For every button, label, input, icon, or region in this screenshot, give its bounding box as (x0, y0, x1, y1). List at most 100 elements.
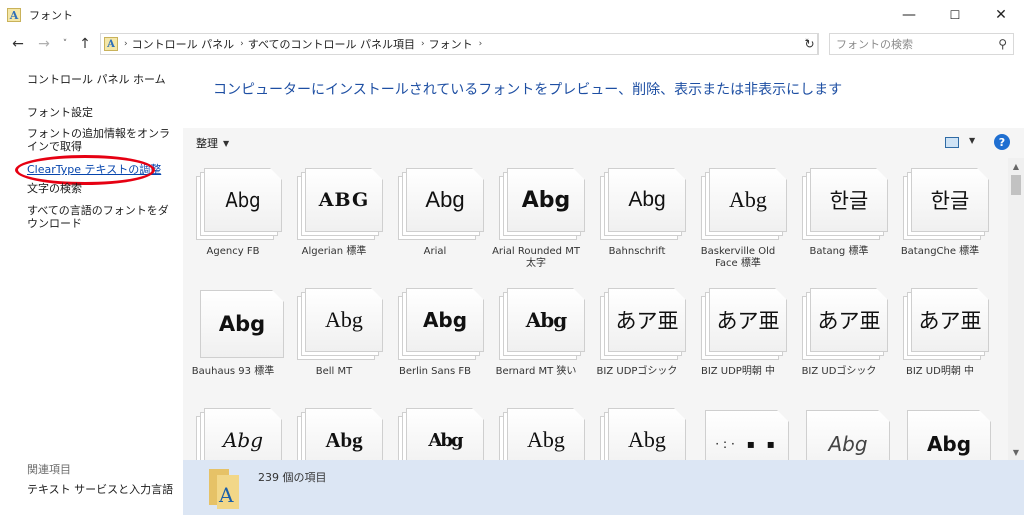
font-tile[interactable]: Abg (789, 398, 890, 460)
vertical-scrollbar[interactable]: ▲ ▼ (1008, 158, 1024, 460)
font-tile[interactable]: Abg (183, 398, 283, 460)
text-services-link[interactable]: テキスト サービスと入力言語 (27, 483, 177, 496)
font-file-icon: ·:· ▪ ▪ (701, 408, 789, 460)
font-file-icon: Abg (903, 408, 991, 460)
font-tile[interactable]: Abg Arial Rounded MT 太字 (486, 158, 586, 276)
font-file-icon: あア亜 (701, 288, 787, 360)
search-box[interactable]: ⚲ (829, 33, 1014, 55)
help-button[interactable]: ? (994, 134, 1010, 150)
font-name-label: BIZ UDゴシック (801, 366, 877, 377)
font-file-icon: 한글 (802, 168, 888, 240)
breadcrumb-separator[interactable]: › (421, 39, 425, 49)
font-file-icon: Abg (196, 408, 282, 460)
font-tile[interactable]: あア亜 BIZ UDPゴシック (587, 278, 687, 396)
font-file-icon: Abg (600, 168, 686, 240)
up-button[interactable]: ↑ (74, 32, 96, 56)
font-sample: Abg (428, 429, 463, 451)
organize-button[interactable]: 整理 (196, 135, 218, 151)
font-tile[interactable]: Abg Bahnschrift (587, 158, 687, 276)
minimize-button[interactable]: — (886, 0, 932, 30)
change-view-icon[interactable] (945, 137, 959, 148)
font-sample: ABG (318, 189, 370, 211)
breadcrumb-control-panel[interactable]: コントロール パネル (132, 36, 235, 52)
font-tile[interactable]: Abg (486, 398, 586, 460)
font-tile[interactable]: Abg (284, 398, 384, 460)
font-sample: Abg (225, 188, 261, 212)
font-sample: Abg (218, 312, 266, 336)
download-all-language-fonts-link[interactable]: すべての言語のフォントをダウンロード (27, 204, 177, 230)
font-tile[interactable]: 한글 Batang 標準 (789, 158, 889, 276)
font-sample: あア亜 (716, 309, 780, 333)
font-file-icon: Abg (297, 408, 383, 460)
font-file-icon: ABG (297, 168, 383, 240)
font-tile[interactable]: Abg Berlin Sans FB (385, 278, 485, 396)
breadcrumb-separator: › (124, 39, 128, 49)
address-bar[interactable]: A › コントロール パネル › すべてのコントロール パネル項目 › フォント… (100, 33, 818, 55)
refresh-button[interactable]: ↻ (801, 33, 819, 55)
control-panel-home-link[interactable]: コントロール パネル ホーム (27, 73, 177, 86)
breadcrumb-fonts[interactable]: フォント (429, 36, 473, 52)
details-pane: A 239 個の項目 (183, 460, 1024, 515)
font-settings-link[interactable]: フォント設定 (27, 106, 177, 119)
cleartype-tuner-link[interactable]: ClearType テキストの調整 (27, 163, 177, 176)
font-tile[interactable]: ·:· ▪ ▪ (688, 398, 789, 460)
font-tile[interactable]: Abg Arial (385, 158, 485, 276)
font-tile[interactable]: あア亜 BIZ UDゴシック (789, 278, 889, 396)
font-sample: Abg (325, 307, 363, 332)
scroll-thumb[interactable] (1011, 175, 1021, 195)
forward-button[interactable]: → (33, 32, 55, 56)
font-sample: Abg (222, 428, 264, 452)
chevron-down-icon[interactable]: ▼ (223, 139, 229, 148)
breadcrumb-all-items[interactable]: すべてのコントロール パネル項目 (248, 36, 415, 52)
scroll-up-icon[interactable]: ▲ (1008, 159, 1024, 173)
font-tile[interactable]: Abg Bauhaus 93 標準 (183, 278, 284, 396)
font-file-icon: Abg (701, 168, 787, 240)
font-tile[interactable]: Abg Bernard MT 狭い (486, 278, 586, 396)
font-tile[interactable]: あア亜 BIZ UD明朝 中 (890, 278, 990, 396)
related-heading: 関連項目 (27, 463, 71, 476)
font-tile[interactable]: Abg Agency FB (183, 158, 283, 276)
font-file-icon: Abg (600, 408, 686, 460)
fonts-folder-icon: A (104, 37, 118, 51)
font-tile[interactable]: Abg (385, 398, 485, 460)
font-tile[interactable]: ABG Algerian 標準 (284, 158, 384, 276)
font-sample: Abg (527, 427, 565, 452)
font-name-label: Arial (423, 246, 447, 257)
maximize-button[interactable]: ☐ (932, 0, 978, 30)
font-file-icon: あア亜 (903, 288, 989, 360)
font-name-label: Batang 標準 (809, 246, 869, 257)
close-button[interactable]: ✕ (978, 0, 1024, 30)
font-name-label: Baskerville Old Face 標準 (700, 246, 776, 269)
font-name-label: Berlin Sans FB (398, 366, 471, 377)
fonts-app-icon: A (7, 8, 21, 22)
main-panel: 整理 ▼ ▼ ? Abg Agency FB ABG Algerian 標準 Abg Ar… (183, 128, 1024, 515)
font-name-label: Algerian 標準 (301, 246, 367, 257)
breadcrumb-separator[interactable]: › (240, 39, 244, 49)
command-bar: 整理 ▼ ▼ ? (183, 128, 1024, 158)
chevron-down-icon[interactable]: ▼ (969, 136, 975, 145)
font-tile[interactable]: Abg (587, 398, 687, 460)
back-button[interactable]: ← (7, 32, 29, 56)
font-file-icon: Abg (196, 168, 282, 240)
font-file-icon: 한글 (903, 168, 989, 240)
scroll-down-icon[interactable]: ▼ (1008, 445, 1024, 459)
font-tile[interactable]: 한글 BatangChe 標準 (890, 158, 990, 276)
font-file-icon: Abg (196, 288, 284, 360)
font-tile[interactable]: Abg Bell MT (284, 278, 384, 396)
item-count: 239 個の項目 (258, 471, 327, 484)
font-file-icon: Abg (398, 288, 484, 360)
font-sample: あア亜 (918, 309, 982, 333)
font-tile[interactable]: Abg (890, 398, 991, 460)
font-tile[interactable]: Abg Baskerville Old Face 標準 (688, 158, 788, 276)
font-sample: Abg (828, 432, 868, 456)
recent-locations-button[interactable]: ˅ (58, 32, 72, 56)
search-icon[interactable]: ⚲ (998, 37, 1007, 51)
font-tile[interactable]: あア亜 BIZ UDP明朝 中 (688, 278, 788, 396)
find-character-link[interactable]: 文字の検索 (27, 182, 177, 195)
font-file-icon: Abg (499, 408, 585, 460)
font-name-label: BIZ UD明朝 中 (905, 366, 975, 377)
search-input[interactable] (836, 37, 996, 51)
get-font-info-online-link[interactable]: フォントの追加情報をオンラインで取得 (27, 127, 177, 153)
font-name-label: BatangChe 標準 (900, 246, 980, 257)
breadcrumb-separator[interactable]: › (479, 39, 483, 49)
